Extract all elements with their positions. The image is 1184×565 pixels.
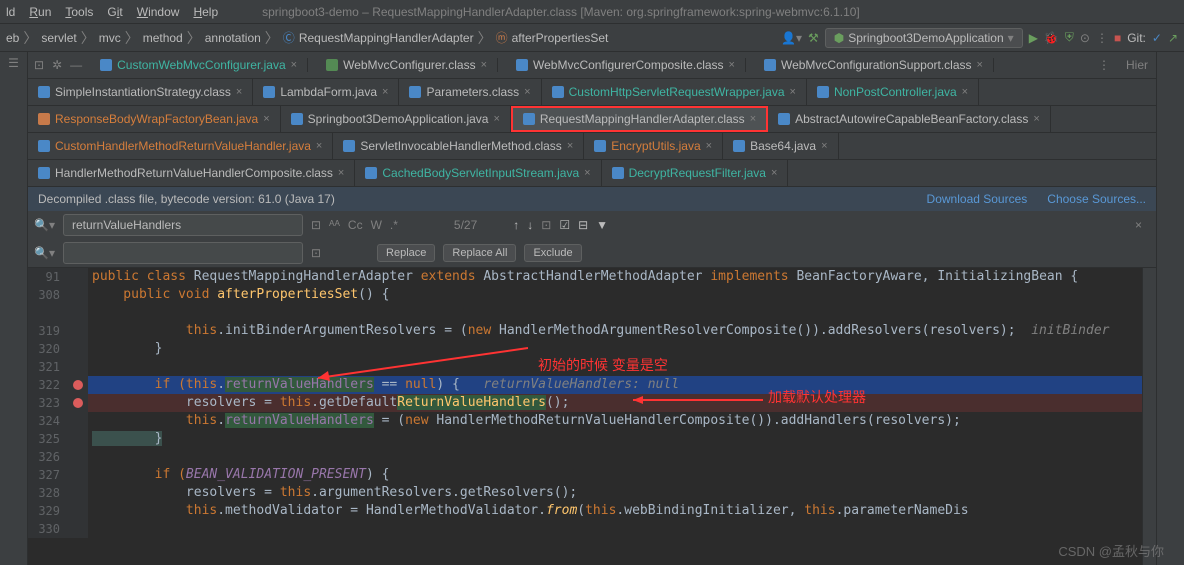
tab[interactable]: NonPostController.java×: [807, 79, 979, 105]
nav-bar: eb〉 servlet〉 mvc〉 method〉 annotation〉 ⒸR…: [0, 24, 1184, 52]
tab[interactable]: HandlerMethodReturnValueHandlerComposite…: [28, 160, 355, 186]
tab[interactable]: LambdaForm.java×: [253, 79, 399, 105]
annotation-1: 初始的时候 变量是空: [538, 356, 668, 374]
breakpoint-icon[interactable]: [73, 380, 83, 390]
menu-item[interactable]: Window: [137, 5, 180, 19]
download-sources-link[interactable]: Download Sources: [927, 192, 1028, 206]
tab[interactable]: Springboot3DemoApplication.java×: [281, 106, 511, 132]
crumb[interactable]: mvc: [99, 31, 121, 45]
regex-icon[interactable]: ⊡: [311, 218, 321, 232]
close-find-icon[interactable]: ×: [1135, 218, 1150, 232]
menu-item[interactable]: Run: [29, 5, 51, 19]
user-icon[interactable]: 👤▾: [781, 31, 802, 45]
menu-item[interactable]: Git: [107, 5, 122, 19]
search-icon[interactable]: 🔍▾: [34, 218, 55, 232]
tab[interactable]: ResponseBodyWrapFactoryBean.java×: [28, 106, 281, 132]
tab[interactable]: Parameters.class×: [399, 79, 541, 105]
menu-item[interactable]: Help: [193, 5, 218, 19]
replace-input[interactable]: [63, 242, 303, 264]
gear-icon[interactable]: ✲: [52, 58, 62, 72]
more-tabs[interactable]: ⋮: [1098, 58, 1118, 72]
profile-icon[interactable]: ⊙: [1080, 31, 1090, 45]
replace-button[interactable]: Replace: [377, 244, 435, 262]
menu-item[interactable]: Tools: [65, 5, 93, 19]
tab[interactable]: WebMvcConfigurer.class×: [316, 58, 498, 72]
tab[interactable]: Base64.java×: [723, 133, 838, 159]
crumb[interactable]: RequestMappingHandlerAdapter: [299, 31, 474, 45]
crumb[interactable]: servlet: [41, 31, 76, 45]
tab[interactable]: ServletInvocableHandlerMethod.class×: [333, 133, 584, 159]
tab[interactable]: CustomWebMvcConfigurer.java×: [90, 58, 308, 72]
window-title: springboot3-demo – RequestMappingHandler…: [262, 5, 860, 19]
annotation-2: 加载默认处理器: [768, 388, 866, 406]
match-count: 5/27: [454, 218, 477, 232]
find-replace-bar: 🔍▾ ⊡ ᴬᴬ Cc W .* 5/27 ↑ ↓ ⊡ ☑ ⊟ ▼ × 🔍▾: [28, 211, 1156, 268]
tab[interactable]: EncryptUtils.java×: [584, 133, 723, 159]
debug-icon[interactable]: 🐞: [1044, 31, 1059, 45]
commit-icon[interactable]: ✓: [1152, 31, 1162, 45]
crumb[interactable]: method: [143, 31, 183, 45]
choose-sources-link[interactable]: Choose Sources...: [1047, 192, 1146, 206]
replace-all-button[interactable]: Replace All: [443, 244, 516, 262]
run-config-selector[interactable]: ⬢ Springboot3DemoApplication ▾: [825, 28, 1023, 48]
crumb[interactable]: annotation: [205, 31, 261, 45]
structure-icon[interactable]: ☰: [8, 56, 19, 70]
prev-match-icon[interactable]: ↑: [513, 218, 519, 232]
git-label: Git:: [1127, 31, 1146, 45]
decompiled-banner: Decompiled .class file, bytecode version…: [28, 187, 1156, 211]
watermark: CSDN @孟秋与你: [1058, 541, 1164, 560]
crumb[interactable]: afterPropertiesSet: [512, 31, 609, 45]
breadcrumb: eb〉 servlet〉 mvc〉 method〉 annotation〉 ⒸR…: [6, 28, 608, 48]
run-icon[interactable]: ▶: [1029, 31, 1038, 45]
breakpoint-icon[interactable]: [73, 398, 83, 408]
code-editor[interactable]: 91public class RequestMappingHandlerAdap…: [28, 268, 1156, 565]
back-icon[interactable]: ⊡: [34, 58, 44, 72]
push-icon[interactable]: ↗: [1168, 31, 1178, 45]
filter-icon[interactable]: ▼: [596, 218, 608, 232]
editor-tabs: ⊡ ✲ — CustomWebMvcConfigurer.java× WebMv…: [28, 52, 1156, 187]
right-tool-gutter: [1156, 52, 1184, 565]
coverage-icon[interactable]: ⛨: [1065, 30, 1074, 45]
match-case-icon[interactable]: Cc: [348, 218, 363, 232]
tab[interactable]: CachedBodyServletInputStream.java×: [355, 160, 601, 186]
toolbar-right: 👤▾ ⚒ ⬢ Springboot3DemoApplication ▾ ▶ 🐞 …: [781, 28, 1178, 48]
stop-icon[interactable]: ■: [1114, 31, 1121, 45]
tab[interactable]: CustomHttpServletRequestWrapper.java×: [542, 79, 807, 105]
tab[interactable]: DecryptRequestFilter.java×: [602, 160, 789, 186]
search-input[interactable]: [63, 214, 303, 236]
hammer-icon[interactable]: ⚒: [808, 31, 819, 45]
tab[interactable]: WebMvcConfigurerComposite.class×: [506, 58, 746, 72]
crumb[interactable]: eb: [6, 31, 19, 45]
tab-active-highlighted[interactable]: RequestMappingHandlerAdapter.class×: [511, 106, 768, 132]
tab[interactable]: AbstractAutowireCapableBeanFactory.class…: [768, 106, 1051, 132]
next-match-icon[interactable]: ↓: [527, 218, 533, 232]
menu-item[interactable]: ld: [6, 5, 15, 19]
replace-icon[interactable]: 🔍▾: [34, 246, 55, 260]
menu-bar: ld Run Tools Git Window Help springboot3…: [0, 0, 1184, 24]
scrollbar-markers[interactable]: [1142, 268, 1156, 565]
exclude-button[interactable]: Exclude: [524, 244, 581, 262]
tab[interactable]: WebMvcConfigurationSupport.class×: [754, 58, 994, 72]
left-tool-gutter: ☰: [0, 52, 28, 565]
tab[interactable]: CustomHandlerMethodReturnValueHandler.ja…: [28, 133, 333, 159]
tab[interactable]: SimpleInstantiationStrategy.class×: [28, 79, 253, 105]
